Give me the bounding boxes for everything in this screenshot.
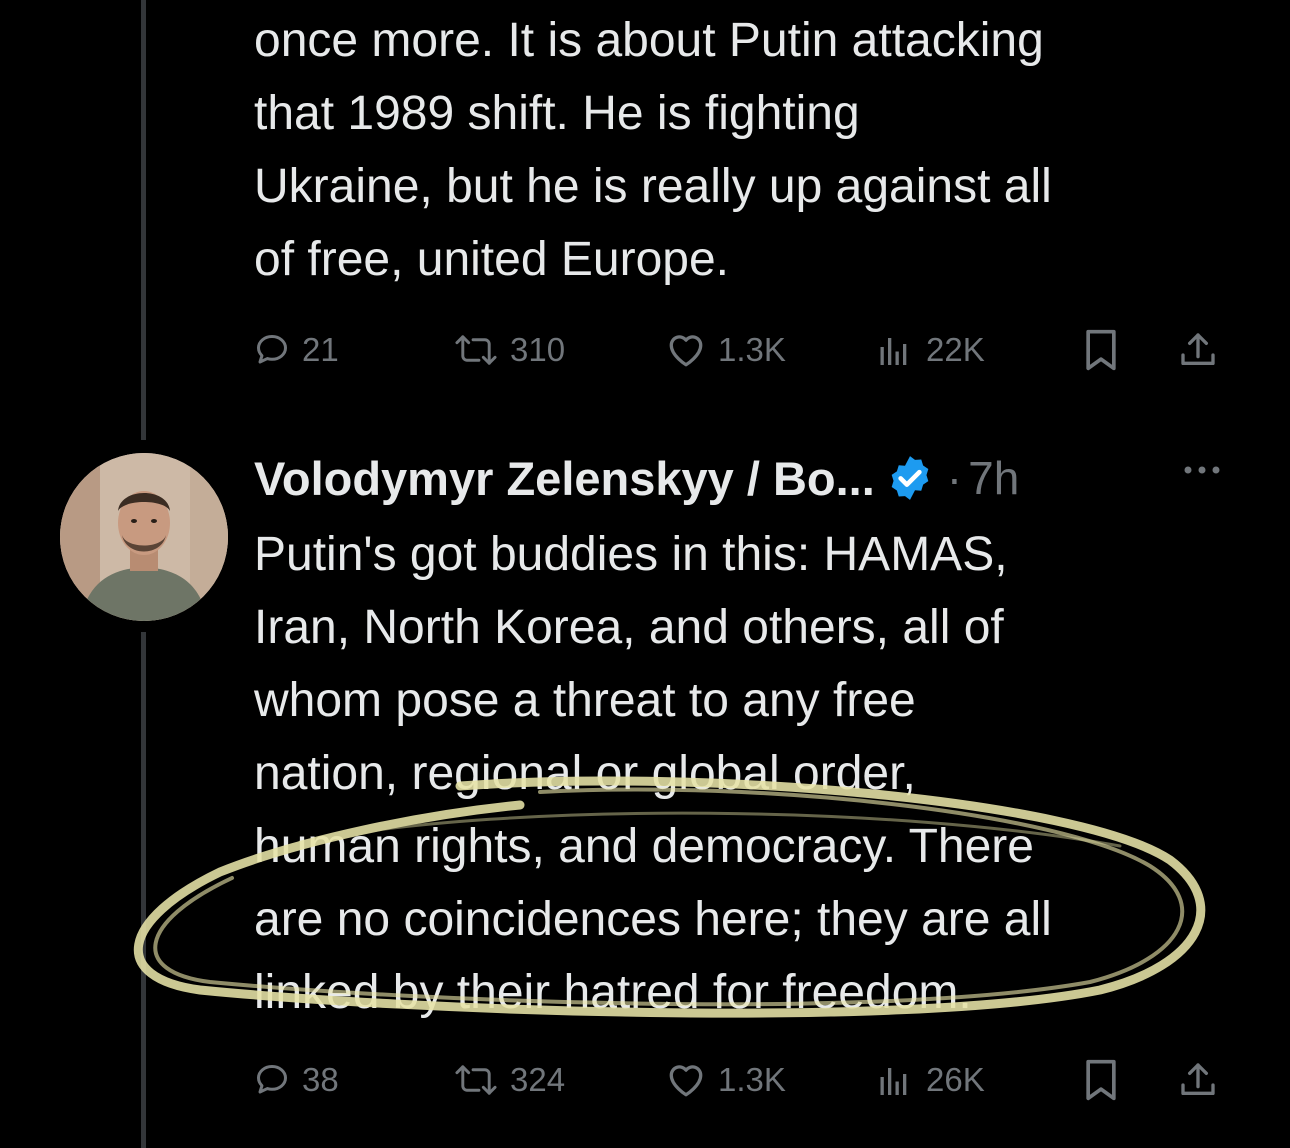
tweet2-retweet-count: 324	[510, 1061, 566, 1098]
avatar-portrait	[60, 453, 228, 621]
tweet1-like-button[interactable]: 1.3K	[666, 326, 786, 374]
tweet1-text: once more. It is about Putin attacking t…	[254, 14, 1052, 286]
tweet1-views-count: 22K	[926, 331, 985, 368]
tweet1-views-button[interactable]: 22K	[874, 326, 985, 374]
separator-dot: ·	[946, 452, 963, 504]
retweet-icon	[455, 1065, 497, 1095]
tweet2-actions: 38 324 1.3K 26K	[254, 1056, 1234, 1104]
tweet1-retweet-count: 310	[510, 331, 566, 368]
tweet2-header: Volodymyr Zelenskyy / Bo... · 7h	[254, 446, 1019, 510]
thread-line-bottom	[141, 632, 146, 1148]
verified-badge-icon	[891, 456, 929, 500]
tweet2-views-count: 26K	[926, 1061, 985, 1098]
like-icon	[669, 335, 703, 367]
tweet1-like-count: 1.3K	[718, 331, 786, 368]
reply-icon	[257, 335, 287, 364]
tweet2-bookmark-button[interactable]	[1082, 1056, 1120, 1104]
more-icon	[1184, 466, 1220, 474]
tweet1-actions: 21 310 1.3K 22K	[254, 326, 1234, 374]
avatar[interactable]	[60, 453, 228, 621]
bookmark-icon	[1086, 329, 1116, 371]
tweet1-share-button[interactable]	[1178, 326, 1218, 374]
timestamp[interactable]: 7h	[968, 451, 1019, 505]
views-icon	[880, 338, 907, 365]
tweet2-like-count: 1.3K	[718, 1061, 786, 1098]
tweet2-share-button[interactable]	[1178, 1056, 1218, 1104]
like-icon	[669, 1065, 703, 1097]
bookmark-icon	[1086, 1059, 1116, 1101]
tweet2-views-button[interactable]: 26K	[874, 1056, 985, 1104]
tweet1-reply-button[interactable]: 21	[254, 326, 339, 374]
share-icon	[1181, 333, 1215, 365]
tweet2-reply-count: 38	[302, 1061, 339, 1098]
tweet2-like-button[interactable]: 1.3K	[666, 1056, 786, 1104]
author-name[interactable]: Volodymyr Zelenskyy / Bo...	[254, 451, 875, 506]
tweet1-reply-count: 21	[302, 331, 339, 368]
thread-line-top	[141, 0, 146, 440]
tweet1-retweet-button[interactable]: 310	[454, 326, 565, 374]
tweet2-text: Putin's got buddies in this: HAMAS, Iran…	[254, 528, 1052, 1019]
tweet2-retweet-button[interactable]: 324	[454, 1056, 565, 1104]
retweet-icon	[455, 335, 497, 365]
reply-icon	[257, 1065, 287, 1094]
tweet2-reply-button[interactable]: 38	[254, 1056, 339, 1104]
share-icon	[1181, 1063, 1215, 1095]
tweet1-bookmark-button[interactable]	[1082, 326, 1120, 374]
more-button[interactable]	[1180, 460, 1224, 485]
views-icon	[880, 1068, 907, 1095]
